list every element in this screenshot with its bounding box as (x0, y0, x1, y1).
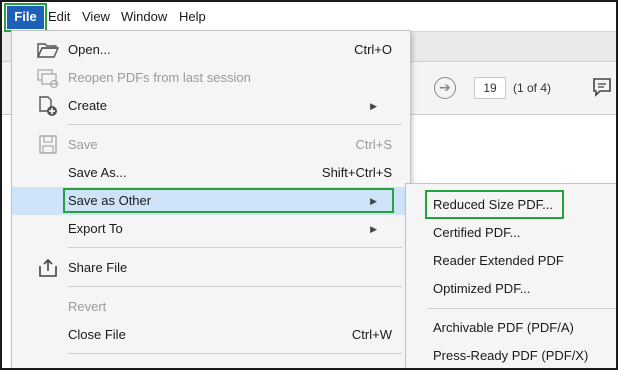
submenu-item-label: Optimized PDF... (433, 281, 531, 296)
app-window: ➔ 19 (1 of 4) File Edit View Window Help… (0, 0, 618, 370)
menu-help[interactable]: Help (179, 2, 206, 32)
shortcut-label: Ctrl+S (355, 137, 392, 152)
menu-separator (68, 247, 402, 248)
shortcut-label: Ctrl+W (351, 327, 392, 342)
menu-item-create[interactable]: Create ▶ (12, 92, 410, 120)
submenu-item-label: Certified PDF... (433, 225, 521, 240)
next-page-icon[interactable]: ➔ (434, 77, 456, 99)
menu-item-revert[interactable]: Revert (12, 293, 410, 321)
menu-item-share-file[interactable]: Share File (12, 254, 410, 282)
menu-item-label: Export To (68, 221, 123, 236)
menu-item-save[interactable]: Save Ctrl+S (12, 131, 410, 159)
menu-item-open[interactable]: Open... Ctrl+O (12, 36, 410, 64)
reopen-icon (37, 69, 59, 89)
submenu-item-archivable-pdf[interactable]: Archivable PDF (PDF/A) (406, 314, 616, 342)
comment-icon[interactable] (591, 76, 613, 98)
menu-item-label: Close File (68, 327, 126, 342)
menu-item-label: Save (68, 137, 98, 152)
menu-item-label: Open... (68, 42, 111, 57)
submenu-item-label: Reader Extended PDF (433, 253, 564, 268)
save-icon (39, 135, 57, 154)
menu-window[interactable]: Window (121, 2, 167, 32)
highlight-outline (63, 188, 394, 213)
submenu-item-label: Archivable PDF (PDF/A) (433, 320, 574, 335)
menu-view[interactable]: View (82, 2, 110, 32)
shortcut-label: Ctrl+O (354, 42, 392, 57)
shortcut-label: Shift+Ctrl+S (321, 165, 392, 180)
menu-edit[interactable]: Edit (48, 2, 70, 32)
save-as-other-submenu: Reduced Size PDF... Certified PDF... Rea… (405, 183, 616, 368)
submenu-item-optimized-pdf[interactable]: Optimized PDF... (406, 275, 616, 303)
menu-bar: File Edit View Window Help (2, 2, 616, 32)
page-number-input[interactable]: 19 (474, 77, 506, 99)
highlight-outline (425, 190, 564, 219)
menu-item-reopen[interactable]: Reopen PDFs from last session (12, 64, 410, 92)
menu-item-label: Share File (68, 260, 128, 275)
share-icon (39, 258, 57, 277)
submenu-item-label: Press-Ready PDF (PDF/X) (433, 348, 589, 363)
submenu-item-certified-pdf[interactable]: Certified PDF... (406, 219, 616, 247)
submenu-separator (428, 308, 616, 309)
menu-item-label: Revert (68, 299, 107, 314)
page-count-label: (1 of 4) (513, 81, 552, 95)
menu-item-export-to[interactable]: Export To ▶ (12, 215, 410, 243)
create-pdf-icon (39, 96, 57, 116)
submenu-item-reader-extended-pdf[interactable]: Reader Extended PDF (406, 247, 616, 275)
menu-item-label: Create (68, 98, 108, 113)
submenu-arrow-icon: ▶ (370, 224, 377, 234)
menu-separator (68, 124, 402, 125)
menu-separator (68, 286, 402, 287)
folder-open-icon (36, 43, 60, 58)
submenu-arrow-icon: ▶ (370, 101, 377, 111)
menu-item-close-file[interactable]: Close File Ctrl+W (12, 321, 410, 349)
menu-item-save-as[interactable]: Save As... Shift+Ctrl+S (12, 159, 410, 187)
menu-item-label: Reopen PDFs from last session (68, 70, 251, 85)
menu-item-label: Save As... (68, 165, 127, 180)
menu-separator (68, 353, 402, 354)
file-menu-dropdown: Open... Ctrl+O Reopen PDFs from last ses… (11, 30, 411, 368)
submenu-item-press-ready-pdf[interactable]: Press-Ready PDF (PDF/X) (406, 342, 616, 368)
menu-file[interactable]: File (4, 3, 47, 32)
